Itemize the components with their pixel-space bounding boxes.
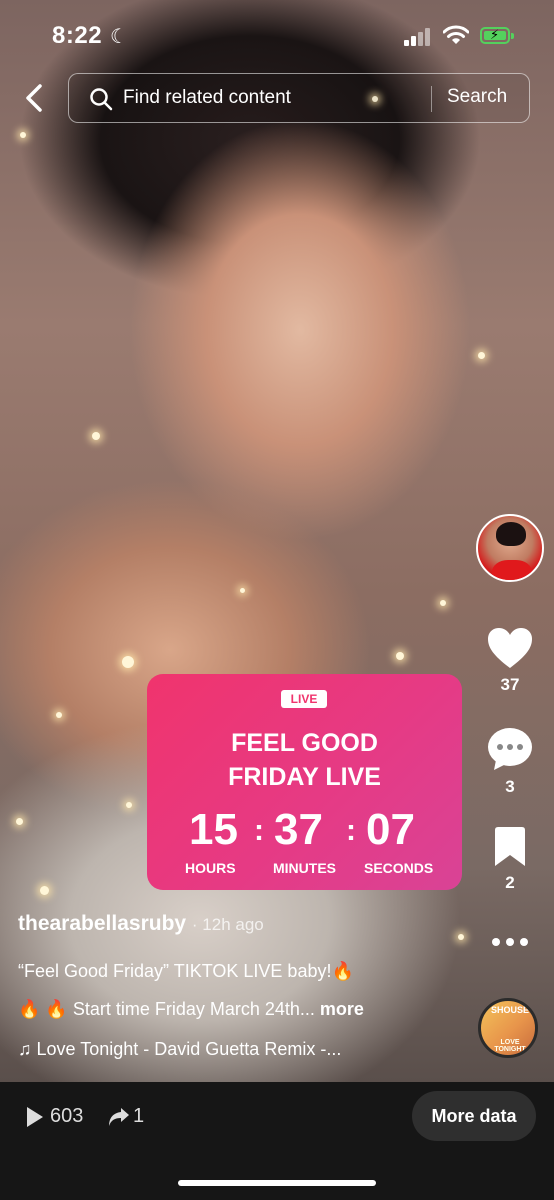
view-count: 603 xyxy=(50,1105,84,1127)
more-data-button[interactable]: More data xyxy=(412,1091,536,1141)
live-badge: LIVE xyxy=(281,690,327,708)
play-icon xyxy=(27,1107,43,1127)
sparkle-decoration xyxy=(440,600,446,606)
countdown-seconds: 07 xyxy=(366,805,415,854)
cellular-signal-icon xyxy=(404,28,434,46)
music-track-title: Love Tonight - David Guetta Remix -... xyxy=(36,1039,342,1059)
music-note-icon: ♫ xyxy=(18,1039,32,1059)
sparkle-decoration xyxy=(40,886,49,895)
status-time: 8:22 xyxy=(52,22,103,49)
moon-icon: ☾ xyxy=(110,26,128,48)
music-track[interactable]: ♫ Love Tonight - David Guetta Remix -... xyxy=(18,1039,341,1060)
countdown-timer: 15 : 37 : 07 xyxy=(147,808,462,852)
countdown-separator: : xyxy=(346,814,356,847)
caption-header: thearabellasruby · 12h ago xyxy=(18,912,264,936)
heart-icon xyxy=(488,628,532,668)
status-bar: 8:22 ☾ ⚡ xyxy=(0,0,554,70)
comment-icon xyxy=(488,728,532,770)
sparkle-decoration xyxy=(240,588,245,593)
live-event-title: FEEL GOOD FRIDAY LIVE xyxy=(147,726,462,794)
music-disc[interactable]: SHOUSE LOVE TONIGHT xyxy=(478,998,538,1058)
search-bar[interactable]: Find related content Search xyxy=(68,73,530,123)
sparkle-decoration xyxy=(92,432,100,440)
comment-button[interactable]: 3 xyxy=(474,726,546,797)
back-arrow-icon[interactable] xyxy=(20,80,50,116)
search-input[interactable]: Find related content xyxy=(123,87,291,109)
caption-line-2: 🔥 🔥 Start time Friday March 24th... more xyxy=(18,999,364,1020)
save-button[interactable]: 2 xyxy=(474,826,546,893)
share-count: 1 xyxy=(133,1105,145,1127)
countdown-separator: : xyxy=(254,814,264,847)
sparkle-decoration xyxy=(396,652,404,660)
hours-label: HOURS xyxy=(185,860,236,876)
caption-more-link[interactable]: more xyxy=(320,999,364,1019)
like-button[interactable]: 37 xyxy=(474,626,546,695)
countdown-hours: 15 xyxy=(189,805,238,854)
minutes-label: MINUTES xyxy=(273,860,336,876)
comment-count: 3 xyxy=(505,777,515,796)
sparkle-decoration xyxy=(16,818,23,825)
music-disc-title: SHOUSE xyxy=(490,1005,529,1015)
creator-avatar[interactable] xyxy=(476,514,544,582)
music-disc-subtitle: LOVE TONIGHT xyxy=(494,1039,526,1053)
post-time-ago: · 12h ago xyxy=(191,915,264,934)
live-title-line: FRIDAY LIVE xyxy=(228,763,381,791)
username-link[interactable]: thearabellasruby xyxy=(18,912,186,935)
caption-text: 🔥 🔥 Start time Friday March 24th... xyxy=(18,999,315,1019)
share-icon xyxy=(109,1108,129,1126)
wifi-icon xyxy=(443,25,469,44)
more-options-button[interactable] xyxy=(474,932,546,957)
search-divider xyxy=(431,86,432,112)
countdown-minutes: 37 xyxy=(274,805,323,854)
live-event-card[interactable]: LIVE FEEL GOOD FRIDAY LIVE 15 : 37 : 07 … xyxy=(147,674,462,890)
search-icon xyxy=(90,88,113,111)
bookmark-icon xyxy=(495,827,525,866)
sparkle-decoration xyxy=(478,352,485,359)
seconds-label: SECONDS xyxy=(364,860,434,876)
search-button[interactable]: Search xyxy=(447,86,507,108)
like-count: 37 xyxy=(500,675,520,694)
sparkle-decoration xyxy=(56,712,62,718)
save-count: 2 xyxy=(505,873,515,892)
live-title-line: FEEL GOOD xyxy=(231,729,378,757)
ellipsis-icon xyxy=(492,938,528,946)
home-indicator[interactable] xyxy=(178,1180,376,1186)
sparkle-decoration xyxy=(126,802,132,808)
battery-icon: ⚡ xyxy=(480,27,514,44)
caption-line-1: “Feel Good Friday” TIKTOK LIVE baby!🔥 xyxy=(18,961,354,981)
sparkle-decoration xyxy=(458,934,464,940)
sparkle-decoration xyxy=(122,656,134,668)
sparkle-decoration xyxy=(20,132,26,138)
